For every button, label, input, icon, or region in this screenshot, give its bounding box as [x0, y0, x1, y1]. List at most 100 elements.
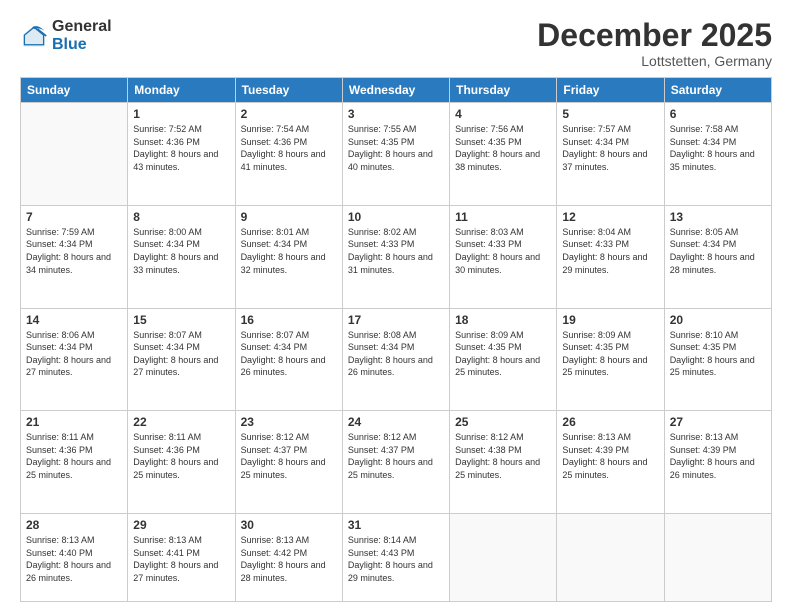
cell-w1-d4: 3 Sunrise: 7:55 AM Sunset: 4:35 PM Daylig…	[342, 103, 449, 206]
day-info: Sunrise: 8:12 AM Sunset: 4:37 PM Dayligh…	[348, 431, 444, 481]
day-info: Sunrise: 8:06 AM Sunset: 4:34 PM Dayligh…	[26, 329, 122, 379]
day-number: 19	[562, 313, 658, 327]
day-number: 11	[455, 210, 551, 224]
day-number: 10	[348, 210, 444, 224]
cell-w2-d5: 11 Sunrise: 8:03 AM Sunset: 4:33 PM Dayli…	[450, 205, 557, 308]
day-number: 5	[562, 107, 658, 121]
header-monday: Monday	[128, 78, 235, 103]
header-wednesday: Wednesday	[342, 78, 449, 103]
day-info: Sunrise: 8:01 AM Sunset: 4:34 PM Dayligh…	[241, 226, 337, 276]
calendar-table: Sunday Monday Tuesday Wednesday Thursday…	[20, 77, 772, 602]
day-number: 30	[241, 518, 337, 532]
day-number: 28	[26, 518, 122, 532]
cell-w5-d2: 29 Sunrise: 8:13 AM Sunset: 4:41 PM Dayli…	[128, 514, 235, 602]
cell-w5-d3: 30 Sunrise: 8:13 AM Sunset: 4:42 PM Dayli…	[235, 514, 342, 602]
day-number: 17	[348, 313, 444, 327]
week-row-2: 7Sunrise: 7:59 AM Sunset: 4:34 PM Daylig…	[21, 205, 772, 308]
day-info: Sunrise: 8:05 AM Sunset: 4:34 PM Dayligh…	[670, 226, 766, 276]
cell-w3-d5: 18 Sunrise: 8:09 AM Sunset: 4:35 PM Dayli…	[450, 308, 557, 411]
cell-w5-d6	[557, 514, 664, 602]
day-number: 25	[455, 415, 551, 429]
day-info: Sunrise: 8:13 AM Sunset: 4:40 PM Dayligh…	[26, 534, 122, 584]
day-number: 6	[670, 107, 766, 121]
day-info: Sunrise: 8:13 AM Sunset: 4:39 PM Dayligh…	[562, 431, 658, 481]
cell-w5-d7	[664, 514, 771, 602]
cell-w4-d4: 24Sunrise: 8:12 AM Sunset: 4:37 PM Dayli…	[342, 411, 449, 514]
day-info: Sunrise: 8:00 AM Sunset: 4:34 PM Dayligh…	[133, 226, 229, 276]
page: General Blue December 2025 Lottstetten, …	[0, 0, 792, 612]
cell-w2-d2: 8 Sunrise: 8:00 AM Sunset: 4:34 PM Daylig…	[128, 205, 235, 308]
cell-w4-d1: 21 Sunrise: 8:11 AM Sunset: 4:36 PM Dayli…	[21, 411, 128, 514]
week-row-5: 28 Sunrise: 8:13 AM Sunset: 4:40 PM Dayli…	[21, 514, 772, 602]
day-number: 1	[133, 107, 229, 121]
logo-blue-text: Blue	[52, 36, 112, 54]
title-block: December 2025 Lottstetten, Germany	[537, 18, 772, 69]
cell-w3-d6: 19Sunrise: 8:09 AM Sunset: 4:35 PM Dayli…	[557, 308, 664, 411]
day-number: 31	[348, 518, 444, 532]
cell-w3-d1: 14 Sunrise: 8:06 AM Sunset: 4:34 PM Dayli…	[21, 308, 128, 411]
cell-w5-d1: 28 Sunrise: 8:13 AM Sunset: 4:40 PM Dayli…	[21, 514, 128, 602]
day-info: Sunrise: 8:13 AM Sunset: 4:41 PM Dayligh…	[133, 534, 229, 584]
cell-w4-d7: 27Sunrise: 8:13 AM Sunset: 4:39 PM Dayli…	[664, 411, 771, 514]
day-info: Sunrise: 8:12 AM Sunset: 4:38 PM Dayligh…	[455, 431, 551, 481]
day-number: 15	[133, 313, 229, 327]
cell-w2-d4: 10 Sunrise: 8:02 AM Sunset: 4:33 PM Dayli…	[342, 205, 449, 308]
cell-w2-d6: 12 Sunrise: 8:04 AM Sunset: 4:33 PM Dayli…	[557, 205, 664, 308]
day-number: 12	[562, 210, 658, 224]
day-info: Sunrise: 8:04 AM Sunset: 4:33 PM Dayligh…	[562, 226, 658, 276]
header-friday: Friday	[557, 78, 664, 103]
header: General Blue December 2025 Lottstetten, …	[20, 18, 772, 69]
day-info: Sunrise: 7:55 AM Sunset: 4:35 PM Dayligh…	[348, 123, 444, 173]
day-number: 21	[26, 415, 122, 429]
cell-w4-d2: 22 Sunrise: 8:11 AM Sunset: 4:36 PM Dayli…	[128, 411, 235, 514]
day-info: Sunrise: 8:13 AM Sunset: 4:42 PM Dayligh…	[241, 534, 337, 584]
month-title: December 2025	[537, 18, 772, 53]
day-info: Sunrise: 8:03 AM Sunset: 4:33 PM Dayligh…	[455, 226, 551, 276]
day-info: Sunrise: 7:57 AM Sunset: 4:34 PM Dayligh…	[562, 123, 658, 173]
day-info: Sunrise: 8:07 AM Sunset: 4:34 PM Dayligh…	[241, 329, 337, 379]
day-number: 13	[670, 210, 766, 224]
day-number: 3	[348, 107, 444, 121]
day-info: Sunrise: 8:08 AM Sunset: 4:34 PM Dayligh…	[348, 329, 444, 379]
cell-w2-d7: 13 Sunrise: 8:05 AM Sunset: 4:34 PM Dayli…	[664, 205, 771, 308]
day-info: Sunrise: 8:11 AM Sunset: 4:36 PM Dayligh…	[133, 431, 229, 481]
header-tuesday: Tuesday	[235, 78, 342, 103]
cell-w3-d2: 15 Sunrise: 8:07 AM Sunset: 4:34 PM Dayli…	[128, 308, 235, 411]
week-row-3: 14 Sunrise: 8:06 AM Sunset: 4:34 PM Dayli…	[21, 308, 772, 411]
weekday-header-row: Sunday Monday Tuesday Wednesday Thursday…	[21, 78, 772, 103]
day-info: Sunrise: 8:07 AM Sunset: 4:34 PM Dayligh…	[133, 329, 229, 379]
cell-w1-d2: 1Sunrise: 7:52 AM Sunset: 4:36 PM Daylig…	[128, 103, 235, 206]
day-number: 2	[241, 107, 337, 121]
day-number: 14	[26, 313, 122, 327]
day-info: Sunrise: 7:56 AM Sunset: 4:35 PM Dayligh…	[455, 123, 551, 173]
day-info: Sunrise: 7:58 AM Sunset: 4:34 PM Dayligh…	[670, 123, 766, 173]
day-number: 23	[241, 415, 337, 429]
cell-w4-d3: 23Sunrise: 8:12 AM Sunset: 4:37 PM Dayli…	[235, 411, 342, 514]
header-saturday: Saturday	[664, 78, 771, 103]
cell-w3-d4: 17 Sunrise: 8:08 AM Sunset: 4:34 PM Dayli…	[342, 308, 449, 411]
day-number: 29	[133, 518, 229, 532]
day-info: Sunrise: 8:11 AM Sunset: 4:36 PM Dayligh…	[26, 431, 122, 481]
day-info: Sunrise: 7:59 AM Sunset: 4:34 PM Dayligh…	[26, 226, 122, 276]
cell-w3-d7: 20Sunrise: 8:10 AM Sunset: 4:35 PM Dayli…	[664, 308, 771, 411]
day-number: 27	[670, 415, 766, 429]
week-row-4: 21 Sunrise: 8:11 AM Sunset: 4:36 PM Dayli…	[21, 411, 772, 514]
location: Lottstetten, Germany	[537, 53, 772, 69]
day-number: 18	[455, 313, 551, 327]
cell-w3-d3: 16 Sunrise: 8:07 AM Sunset: 4:34 PM Dayli…	[235, 308, 342, 411]
cell-w2-d1: 7Sunrise: 7:59 AM Sunset: 4:34 PM Daylig…	[21, 205, 128, 308]
day-number: 26	[562, 415, 658, 429]
day-info: Sunrise: 8:02 AM Sunset: 4:33 PM Dayligh…	[348, 226, 444, 276]
day-number: 16	[241, 313, 337, 327]
day-number: 8	[133, 210, 229, 224]
day-number: 22	[133, 415, 229, 429]
cell-w1-d7: 6 Sunrise: 7:58 AM Sunset: 4:34 PM Daylig…	[664, 103, 771, 206]
header-sunday: Sunday	[21, 78, 128, 103]
day-info: Sunrise: 8:14 AM Sunset: 4:43 PM Dayligh…	[348, 534, 444, 584]
cell-w1-d1	[21, 103, 128, 206]
logo-general-text: General	[52, 18, 112, 36]
logo: General Blue	[20, 18, 112, 53]
day-info: Sunrise: 8:09 AM Sunset: 4:35 PM Dayligh…	[455, 329, 551, 379]
day-number: 4	[455, 107, 551, 121]
day-number: 9	[241, 210, 337, 224]
